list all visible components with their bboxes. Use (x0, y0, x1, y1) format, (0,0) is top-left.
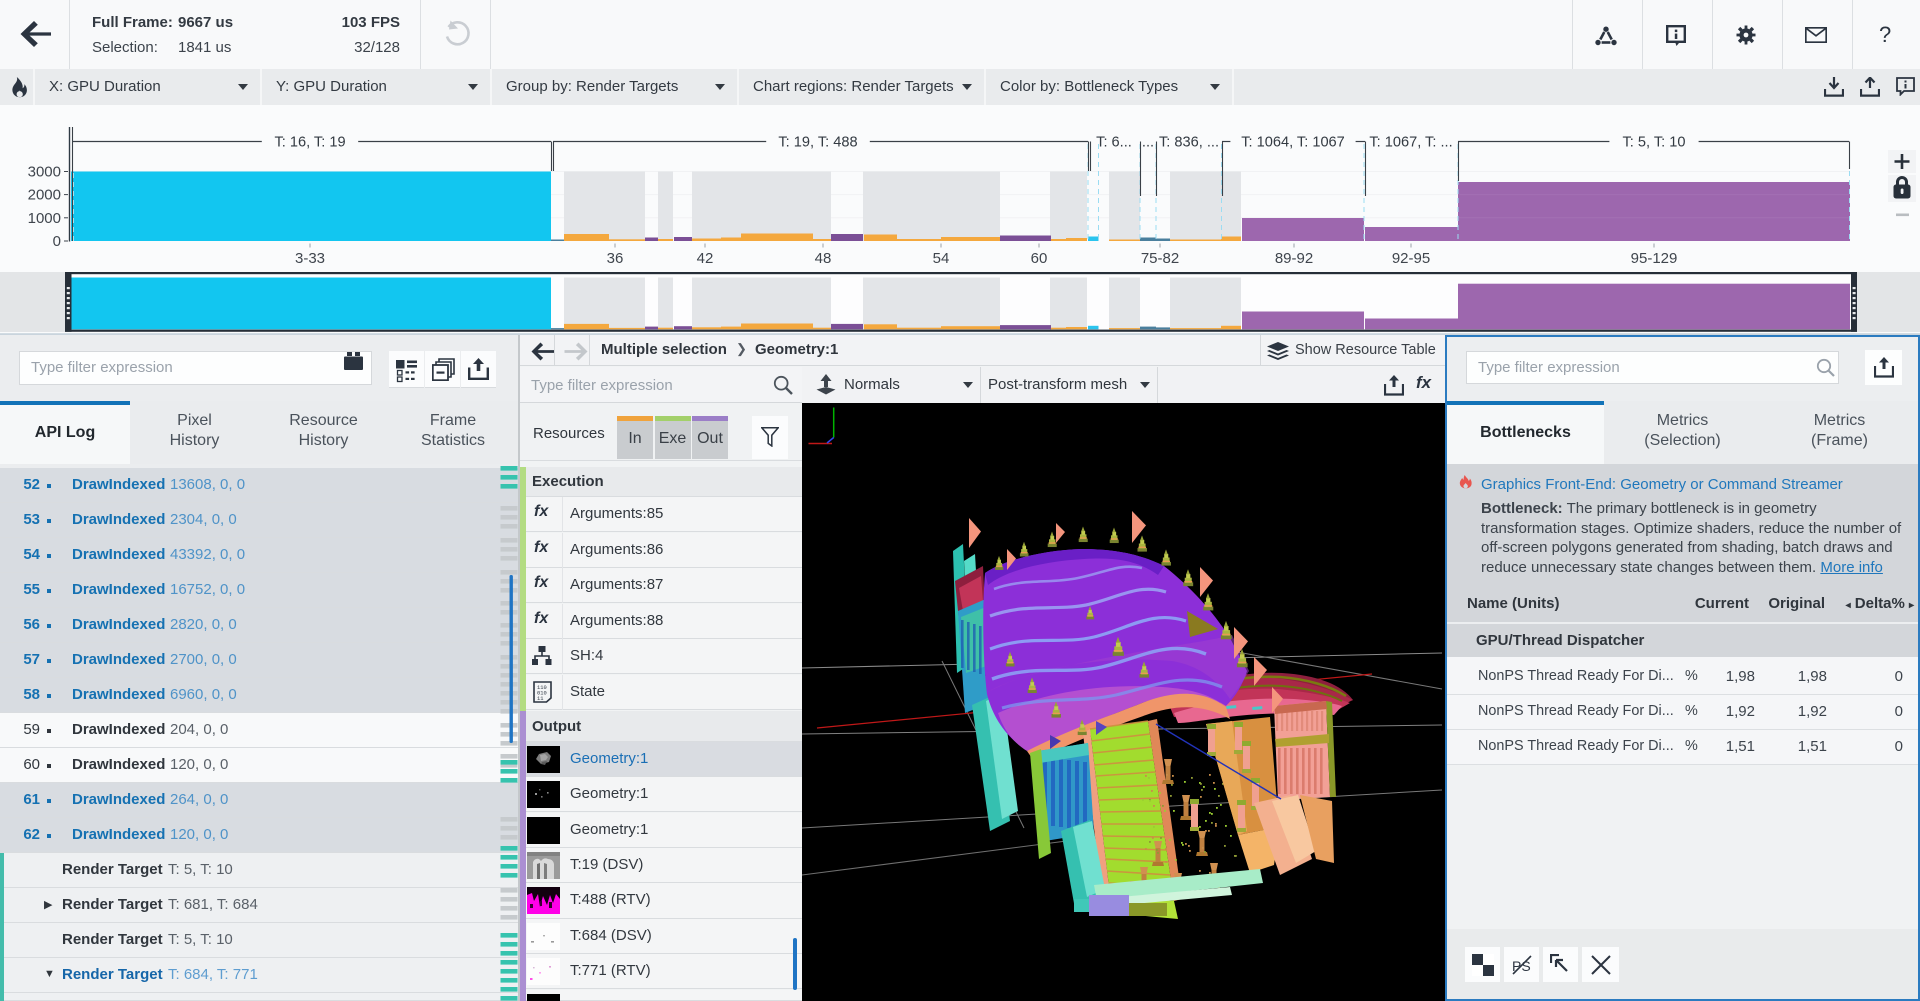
svg-text:60: 60 (1031, 250, 1048, 267)
svg-text:11: 11 (537, 695, 543, 701)
svg-text:1000: 1000 (28, 210, 61, 227)
svg-text:T: 19, T: 488: T: 19, T: 488 (778, 135, 857, 151)
svg-text:42: 42 (697, 250, 714, 267)
svg-text:95-129: 95-129 (1631, 250, 1678, 267)
svg-text:48: 48 (815, 250, 832, 267)
svg-text:89-92: 89-92 (1275, 250, 1313, 267)
svg-text:3-33: 3-33 (295, 250, 325, 267)
svg-text:...: ... (1142, 135, 1154, 151)
svg-text:54: 54 (933, 250, 950, 267)
svg-text:T: 6...: T: 6... (1096, 135, 1132, 151)
svg-text:T: 836, ...: T: 836, ... (1159, 135, 1219, 151)
svg-text:3000: 3000 (28, 164, 61, 181)
svg-text:T: 16, T: 19: T: 16, T: 19 (274, 135, 345, 151)
svg-text:75-82: 75-82 (1141, 250, 1179, 267)
svg-text:36: 36 (607, 250, 624, 267)
svg-text:0: 0 (53, 233, 61, 250)
svg-text:T: 5, T: 10: T: 5, T: 10 (1622, 135, 1685, 151)
svg-text:2000: 2000 (28, 187, 61, 204)
svg-text:92-95: 92-95 (1392, 250, 1430, 267)
svg-text:T: 1064, T: 1067: T: 1064, T: 1067 (1241, 135, 1345, 151)
svg-text:T: 1067, T: ...: T: 1067, T: ... (1369, 135, 1452, 151)
